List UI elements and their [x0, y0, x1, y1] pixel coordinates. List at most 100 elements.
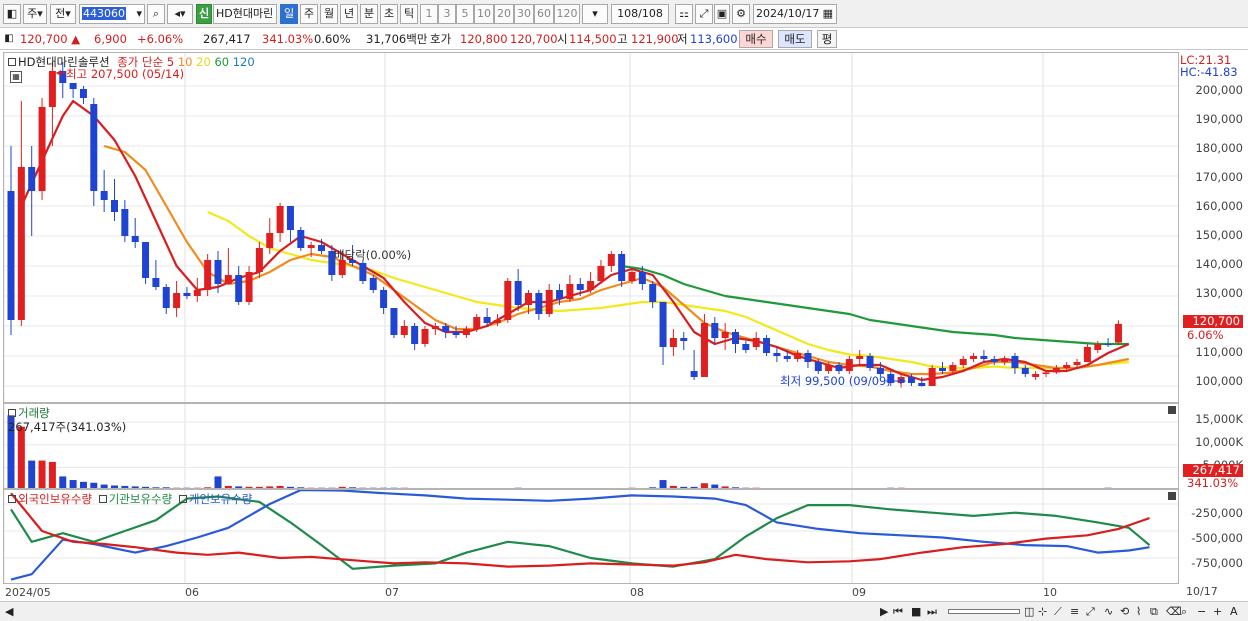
interval-1[interactable]: 1	[420, 4, 438, 24]
candle-body	[245, 272, 253, 302]
calculator-icon[interactable]: ▦	[10, 71, 22, 83]
period-tick[interactable]: 틱	[400, 4, 418, 24]
holding-chart-panel[interactable]: 외국인보유수량 기관보유수량 개인보유수량	[3, 489, 1179, 584]
volume-chart-panel[interactable]: 거래량 267,417주(341.03%)	[3, 403, 1179, 489]
candle-body	[79, 89, 87, 98]
hline-tool-icon[interactable]: ≡	[1070, 605, 1079, 618]
date-field[interactable]: 2024/10/17 ▦	[753, 4, 837, 24]
interval-select[interactable]: ▾	[582, 4, 608, 24]
fit-icon[interactable]: ◫	[1024, 605, 1034, 618]
draw-tool-icon[interactable]: ⤢	[695, 4, 713, 24]
price-chart-panel[interactable]: HD현대마린솔루션 종가 단순 5 10 20 60 120 ▦ 최고 207,…	[3, 52, 1179, 403]
close-icon[interactable]	[1168, 406, 1176, 414]
eval-button[interactable]: 평	[817, 30, 837, 48]
zoom-in-icon[interactable]: +	[1213, 605, 1222, 618]
count-field[interactable]: 108/108	[611, 4, 669, 24]
trend-tool-icon[interactable]: ⤢	[1086, 605, 1095, 619]
cycle-tool-icon[interactable]: ⟲	[1120, 605, 1129, 618]
market-select[interactable]: 주▾	[23, 4, 47, 24]
stop-icon[interactable]: ■	[911, 605, 921, 618]
x-axis: 2024/05 06 07 08 09 10	[3, 583, 1179, 601]
candle-body	[607, 254, 615, 266]
zoom-slider[interactable]	[948, 609, 1020, 614]
prev-select[interactable]: 전▾	[50, 4, 76, 24]
price-change-pct: +6.06%	[137, 32, 184, 46]
copy-icon[interactable]: ⧉	[1150, 605, 1158, 619]
legend-box-icon	[8, 409, 16, 417]
volume-bar	[214, 476, 222, 488]
candle-body	[442, 326, 450, 332]
speaker-icon[interactable]: ◂▾	[167, 4, 193, 24]
stock-code-input[interactable]: 443060 ▾	[79, 4, 145, 24]
candle-body	[1021, 368, 1029, 374]
interval-60[interactable]: 60	[534, 4, 554, 24]
holding-legend: 외국인보유수량 기관보유수량 개인보유수량	[8, 491, 252, 507]
candle-body	[400, 326, 408, 335]
line-tool-icon[interactable]: ⟋	[1054, 605, 1062, 619]
legend-individual: 개인보유수량	[188, 492, 253, 506]
fib-tool-icon[interactable]: ∿	[1104, 605, 1113, 618]
y-label: 150,000	[1195, 228, 1243, 242]
interval-20[interactable]: 20	[494, 4, 514, 24]
candle-body	[421, 329, 429, 344]
scroll-right-icon[interactable]: ▶	[880, 605, 888, 618]
period-second[interactable]: 초	[380, 4, 398, 24]
chart-scrollbar[interactable]: ◀ ▶ ⏮ ■ ⏭ ◫ ⊹ ⟋ ≡ ⤢ ∿ ⟲ ⌇ ⧉ ⌫ ⌕ − + A	[0, 601, 1248, 621]
interval-3[interactable]: 3	[438, 4, 456, 24]
sell-button[interactable]: 매도	[778, 30, 812, 48]
buy-button[interactable]: 매수	[739, 30, 773, 48]
period-day[interactable]: 일	[280, 4, 298, 24]
interval-10[interactable]: 10	[474, 4, 494, 24]
candle-body	[411, 326, 419, 344]
wave-tool-icon[interactable]: ⌇	[1136, 605, 1141, 618]
period-week[interactable]: 주	[300, 4, 318, 24]
legend-box-icon	[178, 495, 187, 503]
current-price: 120,700 ▲	[20, 32, 81, 46]
y-label: -500,000	[1191, 531, 1243, 545]
search-icon[interactable]: ⌕	[147, 4, 165, 24]
candle-body	[763, 338, 771, 353]
volume-pct-badge: 341.03%	[1187, 476, 1239, 490]
volume-y-axis: 15,000K 10,000K 5,000K 267,417 341.03%	[1180, 403, 1248, 489]
font-icon[interactable]: A	[1230, 605, 1238, 618]
save-icon[interactable]: ▣	[714, 4, 730, 24]
interval-120[interactable]: 120	[554, 4, 580, 24]
ma-5-line	[20, 99, 1130, 382]
candle-body	[690, 371, 698, 377]
volume-chart[interactable]	[4, 404, 1179, 489]
eraser-icon[interactable]: ⌫	[1166, 605, 1182, 618]
candle-body	[173, 293, 181, 308]
window-icon[interactable]: ◧	[3, 4, 21, 24]
candle-body	[804, 353, 812, 362]
window-icon: ◧	[4, 33, 14, 44]
scroll-end-icon[interactable]: ⏭	[927, 605, 937, 619]
gear-icon[interactable]: ⚙	[732, 4, 750, 24]
interval-5[interactable]: 5	[456, 4, 474, 24]
candle-body	[473, 317, 481, 329]
zoom-out-icon[interactable]: −	[1197, 605, 1206, 618]
y-label: 15,000K	[1195, 412, 1243, 426]
y-label: -750,000	[1191, 556, 1243, 570]
candle-body	[38, 107, 46, 191]
period-year[interactable]: 년	[340, 4, 358, 24]
candle-body	[1083, 347, 1091, 362]
scroll-begin-icon[interactable]: ⏮	[893, 605, 903, 619]
close-icon[interactable]	[1168, 492, 1176, 500]
crosshair-icon[interactable]: ⊹	[1038, 605, 1047, 618]
candle-body	[939, 368, 946, 371]
period-month[interactable]: 월	[320, 4, 338, 24]
stock-name[interactable]: HD현대마린	[213, 4, 277, 24]
period-minute[interactable]: 분	[360, 4, 378, 24]
ma-20-line	[207, 210, 1129, 370]
scroll-left-icon[interactable]: ◀	[5, 605, 13, 618]
volume-bar	[59, 476, 67, 488]
price-chart[interactable]	[4, 53, 1179, 403]
interval-30[interactable]: 30	[514, 4, 534, 24]
candle-body	[359, 263, 367, 281]
candle-body	[514, 281, 522, 305]
zoom-icon[interactable]: ⌕	[1181, 605, 1187, 619]
candle-type-icon[interactable]: ⚏	[675, 4, 693, 24]
candle-body	[638, 272, 646, 284]
volume-bar	[69, 480, 77, 488]
candle-body	[48, 71, 56, 107]
